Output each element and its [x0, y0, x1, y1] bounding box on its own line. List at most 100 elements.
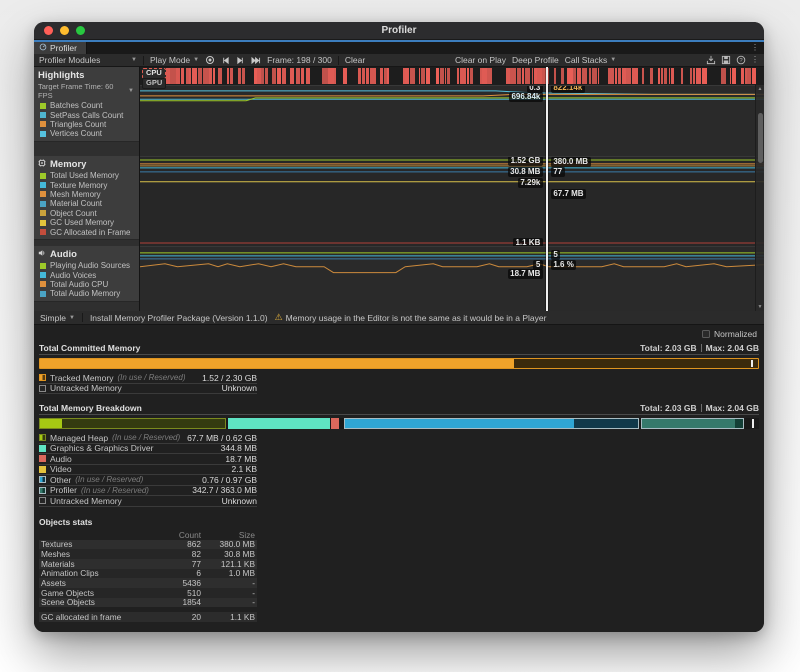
- cpu-frame-bar[interactable]: [358, 68, 361, 84]
- counter-setpass-calls-count[interactable]: SetPass Calls Count: [34, 110, 139, 119]
- cpu-frame-bar[interactable]: [510, 68, 516, 84]
- counter-vertices-count[interactable]: Vertices Count: [34, 129, 139, 138]
- cpu-frame-bar[interactable]: [567, 68, 573, 84]
- cpu-frame-bar[interactable]: [696, 68, 702, 84]
- cpu-frame-bar[interactable]: [343, 68, 347, 84]
- cpu-frame-bar[interactable]: [664, 68, 667, 84]
- chart-band-memory[interactable]: 1.52 GB380.0 MB30.8 MB777.29k67.7 MB1.1 …: [140, 156, 764, 246]
- cpu-frame-bar[interactable]: [186, 68, 189, 84]
- cpu-frame-bar[interactable]: [622, 68, 626, 84]
- counter-texture-memory[interactable]: Texture Memory: [34, 180, 139, 189]
- cpu-frame-bar[interactable]: [671, 68, 674, 84]
- counter-object-count[interactable]: Object Count: [34, 209, 139, 218]
- cpu-frame-bar[interactable]: [577, 68, 581, 84]
- cpu-frame-bar[interactable]: [618, 68, 621, 84]
- cpu-frame-bar[interactable]: [747, 68, 751, 84]
- cpu-frame-bar[interactable]: [642, 68, 644, 84]
- cpu-frame-bar[interactable]: [460, 68, 466, 84]
- legend-row-audio[interactable]: Audio18.7 MB: [39, 454, 257, 465]
- counter-audio-voices[interactable]: Audio Voices: [34, 270, 139, 279]
- cpu-frame-bar[interactable]: [681, 68, 683, 84]
- cpu-frame-bar[interactable]: [181, 68, 184, 84]
- cpu-frame-bar[interactable]: [650, 68, 653, 84]
- cpu-frame-bar[interactable]: [554, 68, 557, 84]
- scrollbar-thumb[interactable]: [758, 113, 763, 163]
- segment-audio[interactable]: [331, 418, 339, 429]
- legend-row-graphics-graphics-driver[interactable]: Graphics & Graphics Driver344.8 MB: [39, 444, 257, 455]
- counter-total-audio-cpu[interactable]: Total Audio CPU: [34, 280, 139, 289]
- help-icon[interactable]: ?: [736, 55, 746, 65]
- memory-breakdown-bar[interactable]: [39, 418, 759, 429]
- counter-playing-audio-sources[interactable]: Playing Audio Sources: [34, 261, 139, 270]
- cpu-frame-bar[interactable]: [380, 68, 383, 84]
- cpu-frame-bar[interactable]: [426, 68, 431, 84]
- segment-other[interactable]: [344, 418, 639, 429]
- normalized-checkbox[interactable]: [702, 330, 710, 338]
- cpu-frame-bar[interactable]: [702, 68, 706, 84]
- legend-row-untracked-memory[interactable]: Untracked MemoryUnknown: [39, 496, 257, 507]
- module-header-highlights[interactable]: Highlights: [34, 67, 139, 82]
- cpu-frame-bar[interactable]: [370, 68, 376, 84]
- cpu-frame-bar[interactable]: [721, 68, 726, 84]
- previous-frame-icon[interactable]: [221, 56, 230, 65]
- cpu-frame-bar[interactable]: [561, 68, 565, 84]
- cpu-frame-bar[interactable]: [598, 68, 600, 84]
- cpu-frame-bar[interactable]: [209, 68, 212, 84]
- counter-total-used-memory[interactable]: Total Used Memory: [34, 171, 139, 180]
- cpu-frame-bar[interactable]: [436, 68, 440, 84]
- cpu-frame-bar[interactable]: [592, 68, 597, 84]
- legend-row-untracked-memory[interactable]: Untracked MemoryUnknown: [39, 384, 257, 395]
- cpu-frame-bar[interactable]: [282, 68, 286, 84]
- chart-band-highlights[interactable]: 0.3822.14k696.84k: [140, 85, 764, 156]
- segment-graphics[interactable]: [228, 418, 330, 429]
- cpu-frame-bar[interactable]: [322, 68, 328, 84]
- legend-row-other[interactable]: Other(In use / Reserved)0.76 / 0.97 GB: [39, 475, 257, 486]
- toolbar-more-menu-icon[interactable]: ⋮: [751, 56, 759, 64]
- cpu-frame-bar[interactable]: [608, 68, 614, 84]
- cpu-frame-bar[interactable]: [242, 68, 245, 84]
- cpu-frame-bar[interactable]: [306, 68, 310, 84]
- tab-profiler[interactable]: Profiler: [34, 42, 87, 54]
- cpu-frame-bar[interactable]: [277, 68, 281, 84]
- legend-row-profiler[interactable]: Profiler(In use / Reserved)342.7 / 363.0…: [39, 486, 257, 497]
- cpu-frame-bar[interactable]: [405, 68, 409, 84]
- cpu-frame-bar[interactable]: [254, 68, 257, 84]
- cpu-frame-bar[interactable]: [410, 68, 415, 84]
- cpu-frame-bar[interactable]: [203, 68, 209, 84]
- cpu-frame-bar[interactable]: [573, 68, 576, 84]
- cpu-frame-bar[interactable]: [506, 68, 509, 84]
- counter-triangles-count[interactable]: Triangles Count: [34, 120, 139, 129]
- cpu-frame-bar[interactable]: [732, 68, 736, 84]
- cpu-frame-bar[interactable]: [447, 68, 450, 84]
- current-frame-icon[interactable]: [251, 56, 261, 65]
- cpu-frame-bar[interactable]: [290, 68, 294, 84]
- profiler-modules-dropdown[interactable]: Profiler Modules▼: [39, 55, 137, 65]
- counter-material-count[interactable]: Material Count: [34, 199, 139, 208]
- cpu-frame-bar[interactable]: [176, 68, 180, 84]
- scroll-up-arrow-icon[interactable]: ▲: [756, 86, 764, 92]
- load-profile-icon[interactable]: [706, 55, 716, 65]
- cpu-frame-bar[interactable]: [213, 68, 215, 84]
- profiler-charts[interactable]: CPU GPU 0.3822.14k696.84k1.52 GB380.0 MB…: [140, 67, 764, 311]
- gpu-chart-toggle[interactable]: GPU: [142, 78, 166, 89]
- cpu-frame-bar[interactable]: [690, 68, 692, 84]
- save-profile-icon[interactable]: [721, 55, 731, 65]
- cpu-frame-bar[interactable]: [328, 68, 333, 84]
- tab-more-menu-icon[interactable]: ⋮: [751, 44, 759, 52]
- chart-band-audio[interactable]: 551.6 %18.7 MB: [140, 246, 764, 311]
- cpu-frame-bar[interactable]: [366, 68, 369, 84]
- module-header-memory[interactable]: Memory: [34, 156, 139, 171]
- cpu-frame-bar[interactable]: [362, 68, 366, 84]
- segment-profiler[interactable]: [641, 418, 743, 429]
- cpu-frame-bar[interactable]: [537, 68, 541, 84]
- cpu-frame-bar[interactable]: [482, 68, 486, 84]
- counter-total-audio-memory[interactable]: Total Audio Memory: [34, 289, 139, 298]
- cpu-frame-bar[interactable]: [198, 68, 202, 84]
- cpu-frame-bar[interactable]: [467, 68, 470, 84]
- record-icon[interactable]: [205, 55, 215, 65]
- cpu-frame-bar[interactable]: [334, 68, 335, 84]
- cpu-frame-bar[interactable]: [218, 68, 222, 84]
- cpu-frame-bar[interactable]: [166, 68, 170, 84]
- legend-row-tracked-memory[interactable]: Tracked Memory(In use / Reserved)1.52 / …: [39, 373, 257, 384]
- target-frame-time[interactable]: Target Frame Time: 60 FPS▼: [34, 82, 139, 101]
